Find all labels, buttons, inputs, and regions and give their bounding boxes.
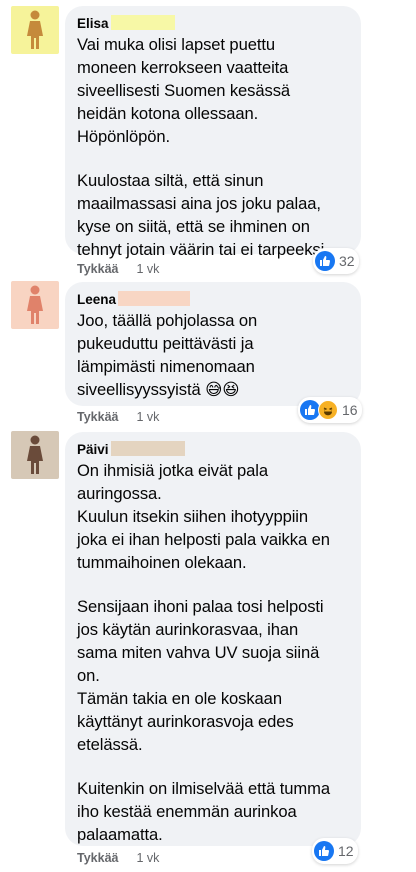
comment-bubble: Päivi On ihmisiä jotka eivät pala auring…	[65, 432, 361, 846]
like-icon	[300, 400, 320, 420]
comment-text: Kuulostaa siltä, että sinun maailmassasi…	[77, 171, 329, 259]
comment-bubble: Elisa Vai muka olisi lapset puettu monee…	[65, 6, 361, 259]
comment-bubble: Leena Joo, täällä pohjolassa on pukeudut…	[65, 282, 361, 406]
like-icon	[315, 251, 335, 271]
comment-text: Sensijaan ihoni palaa tosi helposti jos …	[77, 597, 324, 754]
reaction-summary[interactable]: 32	[313, 248, 359, 274]
avatar[interactable]	[11, 431, 59, 479]
reaction-count: 16	[342, 402, 358, 418]
comment-actions: Tykkää 1 vk	[77, 851, 159, 865]
comment-text: Vai muka olisi lapset puettu moneen kerr…	[77, 35, 291, 146]
like-icon	[314, 841, 334, 861]
person-figure-icon	[27, 285, 43, 324]
reaction-summary[interactable]: 12	[312, 838, 358, 864]
name-redaction	[110, 15, 175, 30]
comment-text: Joo, täällä pohjolassa on pukeuduttu pei…	[77, 311, 258, 399]
timestamp[interactable]: 1 vk	[136, 851, 159, 865]
like-button[interactable]: Tykkää	[77, 410, 118, 424]
author-name[interactable]: Päivi	[77, 441, 109, 459]
name-redaction	[118, 291, 191, 306]
avatar[interactable]	[11, 281, 59, 329]
person-figure-icon	[27, 10, 43, 49]
comment-actions: Tykkää 1 vk	[77, 262, 159, 276]
comment-text: On ihmisiä jotka eivät pala auringossa. …	[77, 461, 330, 572]
reaction-summary[interactable]: 16	[298, 397, 362, 423]
comment-text: Kuitenkin on ilmiselvää että tumma iho k…	[77, 779, 331, 844]
reaction-count: 32	[339, 253, 355, 269]
author-name[interactable]: Leena	[77, 291, 116, 309]
reaction-count: 12	[338, 843, 354, 859]
avatar[interactable]	[11, 6, 59, 54]
like-button[interactable]: Tykkää	[77, 262, 118, 276]
like-button[interactable]: Tykkää	[77, 851, 118, 865]
comment-actions: Tykkää 1 vk	[77, 410, 159, 424]
timestamp[interactable]: 1 vk	[136, 410, 159, 424]
timestamp[interactable]: 1 vk	[136, 262, 159, 276]
person-figure-icon	[27, 435, 43, 474]
name-redaction	[110, 441, 185, 456]
haha-icon	[318, 400, 338, 420]
author-name[interactable]: Elisa	[77, 15, 109, 33]
